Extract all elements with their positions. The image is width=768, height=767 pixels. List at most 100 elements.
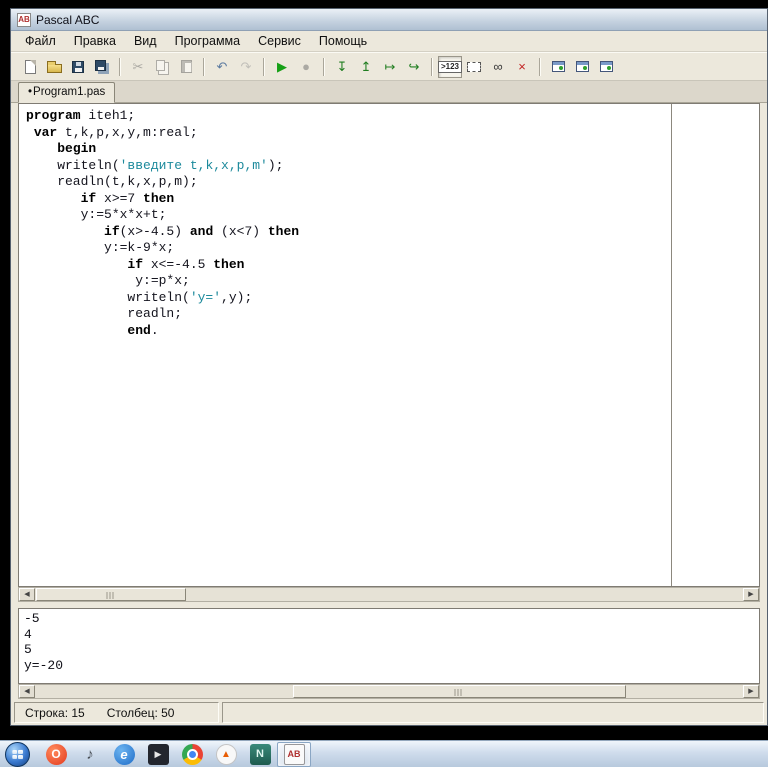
menu-item-1[interactable]: Файл: [17, 32, 64, 50]
code-line[interactable]: var t,k,p,x,y,m:real;: [26, 125, 759, 142]
run-to-cursor-icon[interactable]: ↪: [402, 56, 426, 78]
code-line[interactable]: y:=5*x*x+t;: [26, 207, 759, 224]
cut-icon[interactable]: ✂: [126, 56, 150, 78]
chrome-icon: [181, 743, 203, 765]
output-horizontal-scrollbar[interactable]: ◀ ▶: [18, 684, 760, 699]
paste-icon[interactable]: [174, 56, 198, 78]
watch-window-icon: ∞: [493, 59, 503, 74]
code-line[interactable]: program iteh1;: [26, 108, 759, 125]
module-window-1-icon: [551, 61, 565, 72]
toolbar-separator: [263, 57, 265, 76]
redo-icon[interactable]: ↷: [234, 56, 258, 78]
stop-icon[interactable]: ●: [294, 56, 318, 78]
code-line[interactable]: end.: [26, 323, 759, 340]
netbeans-icon: N: [249, 743, 271, 765]
cut-icon: ✂: [132, 59, 144, 74]
step-out-icon[interactable]: ↥: [354, 56, 378, 78]
paste-icon: [180, 60, 192, 73]
taskbar-icons: O ♪ e ▶ ▲ N AB: [39, 741, 311, 767]
output-line: -5: [24, 611, 40, 626]
open-file-icon: [46, 61, 62, 73]
tab-bar: • Program1.pas: [11, 81, 767, 103]
scroll-right-arrow-icon[interactable]: ▶: [743, 588, 759, 601]
code-line[interactable]: if x<=-4.5 then: [26, 257, 759, 274]
code-line[interactable]: readln;: [26, 306, 759, 323]
editor-horizontal-scrollbar[interactable]: ◀ ▶: [18, 587, 760, 602]
media-player-icon-button[interactable]: ▶: [141, 742, 175, 767]
step-over-icon[interactable]: ↦: [378, 56, 402, 78]
code-line[interactable]: y:=p*x;: [26, 273, 759, 290]
module-window-2-icon[interactable]: [570, 56, 594, 78]
save-icon[interactable]: [66, 56, 90, 78]
status-bar: Строка: 15 Столбец: 50: [14, 702, 764, 723]
scroll-left-arrow-icon[interactable]: ◀: [19, 588, 35, 601]
module-window-1-icon[interactable]: [546, 56, 570, 78]
titlebar[interactable]: AB Pascal ABC: [11, 9, 767, 31]
scroll-right-arrow-icon[interactable]: ▶: [743, 685, 759, 698]
menu-item-3[interactable]: Вид: [126, 32, 165, 50]
editor-scroll-thumb[interactable]: [36, 588, 186, 601]
vlc-icon-button[interactable]: ▲: [209, 742, 243, 767]
opera-icon-button[interactable]: O: [39, 742, 73, 767]
run-to-cursor-icon: ↪: [408, 59, 420, 74]
start-button[interactable]: [5, 741, 30, 767]
copy-icon[interactable]: [150, 56, 174, 78]
code-line[interactable]: if x>=7 then: [26, 191, 759, 208]
output-window-icon[interactable]: [462, 56, 486, 78]
code-line[interactable]: writeln('y=',y);: [26, 290, 759, 307]
toolbar-separator: [119, 57, 121, 76]
code-line[interactable]: if(x>-4.5) and (x<7) then: [26, 224, 759, 241]
menu-bar: Файл Правка Вид Программа Сервис Помощь: [11, 31, 767, 52]
code-line[interactable]: readln(t,k,x,p,m);: [26, 174, 759, 191]
scroll-left-arrow-icon[interactable]: ◀: [19, 685, 35, 698]
watch-window-icon[interactable]: ∞: [486, 56, 510, 78]
volume-mixer-icon-button[interactable]: ♪: [73, 742, 107, 767]
redo-icon: ↷: [240, 59, 252, 74]
code-line[interactable]: begin: [26, 141, 759, 158]
module-window-2-icon: [575, 61, 589, 72]
output-scroll-thumb[interactable]: [292, 685, 626, 698]
pascal-abc-icon: AB: [283, 743, 305, 765]
internet-explorer-icon-button[interactable]: e: [107, 742, 141, 767]
menu-item-6[interactable]: Помощь: [311, 32, 375, 50]
run-icon: ▶: [277, 59, 287, 74]
toolbar-separator: [323, 57, 325, 76]
pascal-abc-logo-icon: AB: [17, 12, 31, 27]
menu-item-2[interactable]: Правка: [66, 32, 124, 50]
menu-item-4[interactable]: Программа: [167, 32, 249, 50]
output-line: 5: [24, 642, 32, 657]
open-file-icon[interactable]: [42, 56, 66, 78]
toolbar-separator: [431, 57, 433, 76]
menu-item-5[interactable]: Сервис: [250, 32, 309, 50]
output-line: y=-20: [24, 657, 64, 673]
module-window-3-icon: [599, 61, 613, 72]
new-file-icon[interactable]: [18, 56, 42, 78]
show-values-icon[interactable]: >123: [437, 55, 463, 78]
clear-window-icon[interactable]: ×: [510, 56, 534, 78]
save-all-icon[interactable]: [90, 56, 114, 78]
chrome-icon-button[interactable]: [175, 742, 209, 767]
undo-icon[interactable]: ↶: [210, 56, 234, 78]
cursor-position-panel: Строка: 15 Столбец: 50: [14, 702, 219, 723]
screen: AB Pascal ABC Файл Правка Вид Программа Серв…: [0, 0, 768, 767]
output-panel: -5 4 5 y=-20: [18, 608, 760, 684]
copy-icon: [155, 59, 165, 71]
module-window-3-icon[interactable]: [594, 56, 618, 78]
step-into-icon: ↧: [336, 59, 348, 74]
media-player-icon: ▶: [147, 743, 169, 765]
code-editor[interactable]: program iteh1; var t,k,p,x,y,m:real; beg…: [18, 103, 760, 587]
code-line[interactable]: y:=k-9*x;: [26, 240, 759, 257]
code-line[interactable]: writeln('введите t,k,x,p,m');: [26, 158, 759, 175]
step-out-icon: ↥: [360, 59, 372, 74]
tab-label: Program1.pas: [33, 86, 106, 98]
windows-logo-icon: [12, 749, 24, 759]
pascal-abc-icon-button[interactable]: AB: [277, 741, 311, 767]
tab-program1[interactable]: • Program1.pas: [18, 82, 116, 103]
netbeans-icon-button[interactable]: N: [243, 742, 277, 767]
new-file-icon: [24, 59, 36, 74]
step-over-icon: ↦: [384, 59, 396, 74]
step-into-icon[interactable]: ↧: [330, 56, 354, 78]
run-icon[interactable]: ▶: [270, 56, 294, 78]
taskbar: O ♪ e ▶ ▲ N AB: [0, 740, 768, 767]
scroll-grip-icon: [106, 592, 116, 599]
